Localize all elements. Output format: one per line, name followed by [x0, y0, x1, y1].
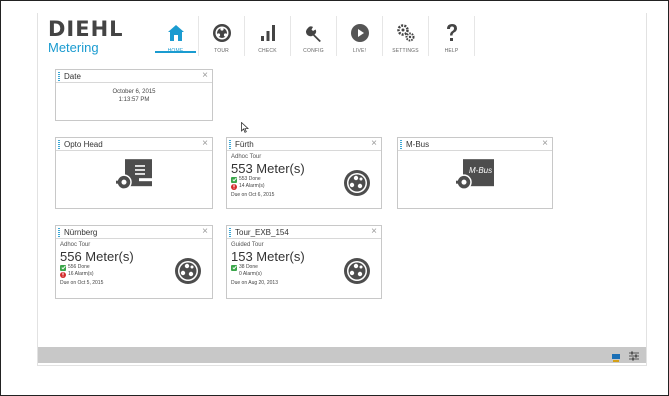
- tour-type: Adhoc Tour: [231, 154, 262, 160]
- mbus-card[interactable]: M-Bus × M-Bus: [397, 137, 553, 209]
- current-date: October 6, 2015: [112, 89, 156, 95]
- nav-config-label: CONFIG: [303, 48, 324, 54]
- tour-card-nurnberg[interactable]: Nürnberg × Adhoc Tour 556 Meter(s) 556 D…: [55, 225, 213, 299]
- check-icon: [60, 264, 66, 271]
- nav-live-label: LIVE!: [352, 48, 367, 54]
- tour-wheel-icon: [343, 257, 371, 290]
- diehl-logo: DIEHL Metering: [48, 19, 124, 55]
- drag-handle-icon[interactable]: [58, 139, 60, 149]
- alarm-icon: [60, 271, 66, 278]
- tour-wheel-icon: [211, 22, 233, 44]
- tour-card-exb-154[interactable]: Tour_EXB_154 × Guided Tour 153 Meter(s) …: [226, 225, 382, 299]
- header: DIEHL Metering HOME TOUR CHECK CONFIG LI…: [38, 13, 646, 59]
- card-title: Opto Head: [64, 139, 103, 149]
- tour-body: Adhoc Tour 556 Meter(s) 556 Done 16 Alar…: [56, 239, 212, 287]
- nav-check-label: CHECK: [258, 48, 277, 54]
- tour-type: Adhoc Tour: [60, 242, 91, 248]
- card-title: M-Bus: [406, 139, 430, 149]
- status-bar: [38, 347, 646, 363]
- nav-live[interactable]: LIVE!: [337, 13, 382, 59]
- app-window: DIEHL Metering HOME TOUR CHECK CONFIG LI…: [37, 13, 647, 366]
- nav-config[interactable]: CONFIG: [291, 13, 336, 59]
- tour-body: Adhoc Tour 553 Meter(s) 553 Done 14 Alar…: [227, 151, 381, 199]
- current-time: 1:13:57 PM: [118, 97, 150, 103]
- alarm-count: 16 Alarm(s): [68, 271, 94, 277]
- question-icon: [441, 22, 463, 44]
- play-icon: [349, 22, 371, 44]
- nav-settings-label: SETTINGS: [392, 48, 419, 54]
- card-title: Nürnberg: [64, 227, 98, 237]
- close-icon[interactable]: ×: [202, 70, 208, 82]
- nav-home-label: HOME: [167, 48, 184, 54]
- opto-head-icon: [115, 158, 153, 197]
- main-nav: HOME TOUR CHECK CONFIG LIVE! SETTINGS HE…: [153, 13, 475, 59]
- card-title: Date: [64, 71, 81, 81]
- logo-wordmark: DIEHL: [48, 17, 124, 41]
- home-icon: [165, 22, 187, 44]
- opto-head-card[interactable]: Opto Head ×: [55, 137, 213, 209]
- screenshot-frame: DIEHL Metering HOME TOUR CHECK CONFIG LI…: [0, 0, 669, 396]
- wrench-icon: [303, 22, 325, 44]
- done-count: 38 Done: [239, 264, 258, 270]
- alarm-count: 14 Alarm(s): [239, 183, 265, 189]
- alarm-spacer: [231, 272, 237, 278]
- date-card[interactable]: Date × October 6, 2015 1:13:57 PM: [55, 69, 213, 121]
- nav-divider: [474, 16, 475, 56]
- done-count: 553 Done: [239, 176, 261, 182]
- nav-help[interactable]: HELP: [429, 13, 474, 59]
- tour-wheel-icon: [174, 257, 202, 290]
- alarm-icon: [231, 183, 237, 190]
- card-header: Tour_EXB_154 ×: [227, 226, 381, 239]
- nav-tour[interactable]: TOUR: [199, 13, 244, 59]
- card-title: Fürth: [235, 139, 254, 149]
- close-icon[interactable]: ×: [202, 226, 208, 238]
- tour-card-furth[interactable]: Fürth × Adhoc Tour 553 Meter(s) 553 Done…: [226, 137, 382, 209]
- mouse-cursor-icon: [241, 120, 249, 138]
- tour-body: Guided Tour 153 Meter(s) 38 Done 0 Alarm…: [227, 239, 381, 287]
- done-count: 556 Done: [68, 264, 90, 270]
- drag-handle-icon[interactable]: [400, 139, 402, 149]
- gears-icon: [395, 22, 417, 44]
- close-icon[interactable]: ×: [371, 138, 377, 150]
- svg-text:M-Bus: M-Bus: [469, 166, 492, 175]
- tour-wheel-icon: [343, 169, 371, 202]
- bar-chart-icon: [257, 22, 279, 44]
- drag-handle-icon[interactable]: [58, 227, 60, 237]
- nav-home[interactable]: HOME: [153, 13, 198, 59]
- check-icon: [231, 176, 237, 183]
- card-header: Opto Head ×: [56, 138, 212, 151]
- drag-handle-icon[interactable]: [229, 227, 231, 237]
- card-title: Tour_EXB_154: [235, 227, 289, 237]
- close-icon[interactable]: ×: [542, 138, 548, 150]
- alarm-count: 0 Alarm(s): [239, 271, 262, 277]
- mbus-icon: M-Bus: [455, 158, 495, 197]
- date-body: October 6, 2015 1:13:57 PM: [56, 83, 212, 104]
- card-header: Date ×: [56, 70, 212, 83]
- drag-handle-icon[interactable]: [58, 71, 60, 81]
- nav-check[interactable]: CHECK: [245, 13, 290, 59]
- tour-type: Guided Tour: [231, 242, 264, 248]
- nav-tour-label: TOUR: [214, 48, 229, 54]
- logo-subtitle: Metering: [48, 40, 99, 55]
- card-header: Fürth ×: [227, 138, 381, 151]
- device-icon[interactable]: [611, 350, 621, 368]
- card-header: M-Bus ×: [398, 138, 552, 151]
- drag-handle-icon[interactable]: [229, 139, 231, 149]
- nav-settings[interactable]: SETTINGS: [383, 13, 428, 59]
- close-icon[interactable]: ×: [371, 226, 377, 238]
- close-icon[interactable]: ×: [202, 138, 208, 150]
- check-icon: [231, 264, 237, 271]
- nav-help-label: HELP: [444, 48, 459, 54]
- card-header: Nürnberg ×: [56, 226, 212, 239]
- sliders-icon[interactable]: [628, 349, 640, 367]
